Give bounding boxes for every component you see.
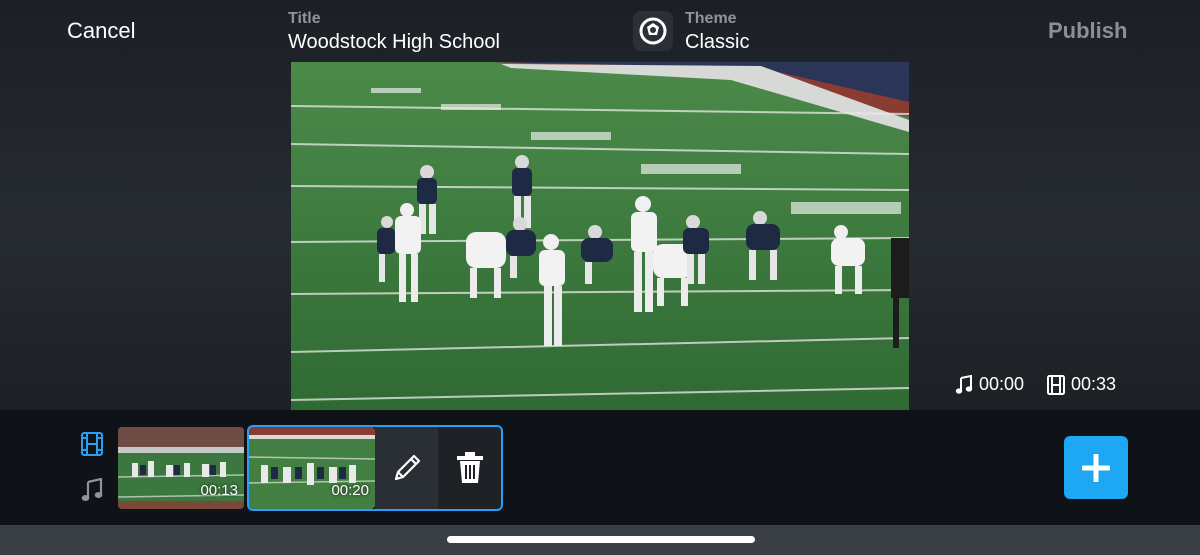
music-note-icon <box>955 374 973 394</box>
theme-selector[interactable]: Theme Classic <box>685 10 749 54</box>
clip-thumbnail-1[interactable]: 00:13 <box>118 427 244 509</box>
theme-logo-icon[interactable] <box>633 11 673 51</box>
clip-1-duration: 00:13 <box>200 482 238 499</box>
theme-caption: Theme <box>685 10 737 27</box>
music-track-icon[interactable] <box>80 478 104 502</box>
home-indicator[interactable] <box>447 536 755 543</box>
film-icon <box>1047 374 1065 395</box>
video-time: 00:33 <box>1071 374 1117 394</box>
music-time: 00:00 <box>979 374 1025 394</box>
video-preview[interactable] <box>291 62 909 410</box>
add-clip-button[interactable] <box>1064 436 1128 499</box>
theme-value[interactable]: Classic <box>685 31 749 54</box>
video-time-readout: 00:33 <box>1047 374 1116 395</box>
film-track-icon[interactable] <box>80 432 104 456</box>
cancel-button[interactable]: Cancel <box>67 18 135 44</box>
title-caption: Title <box>288 10 321 27</box>
title-value[interactable]: Woodstock High School <box>288 31 500 54</box>
plus-icon <box>1082 453 1110 482</box>
music-time-readout: 00:00 <box>955 374 1024 395</box>
publish-button[interactable]: Publish <box>1048 18 1127 44</box>
title-field[interactable]: Title Woodstock High School <box>288 10 500 54</box>
selected-clip-frame <box>247 425 503 511</box>
